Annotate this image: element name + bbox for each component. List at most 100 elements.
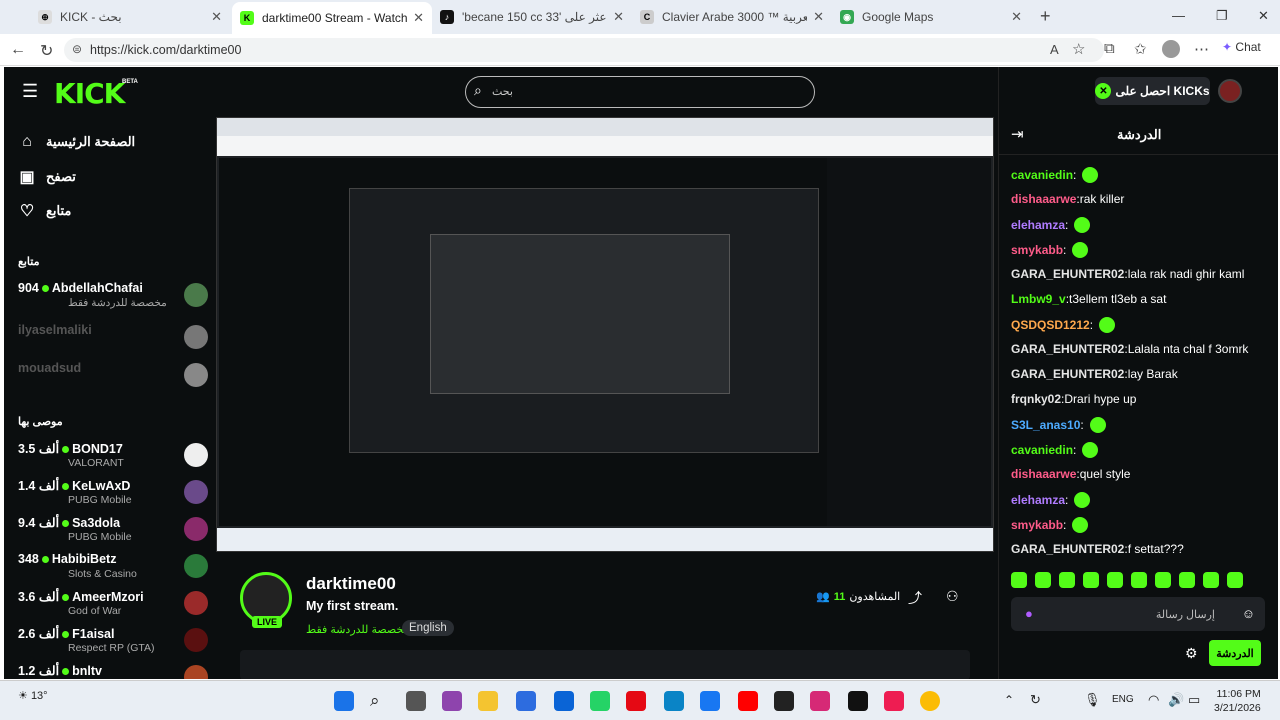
stream-category[interactable]: مخصصة للدردشة فقط xyxy=(306,623,409,636)
chat-username[interactable]: cavaniedin xyxy=(1011,168,1073,182)
emote-icon[interactable] xyxy=(1035,572,1051,588)
reload-icon[interactable]: ↻ xyxy=(40,41,53,61)
browser-tab-active[interactable]: K darktime00 Stream - Watch Live on ✕ xyxy=(232,2,432,34)
browser-tab[interactable]: ⊕ KICK - بحث ✕ xyxy=(30,4,230,30)
stream-video-player[interactable] xyxy=(216,117,994,552)
tiktok-studio-icon[interactable] xyxy=(884,691,904,711)
close-icon[interactable]: ✕ xyxy=(1011,9,1022,25)
copilot-chat-button[interactable]: ✦ Chat xyxy=(1222,40,1261,54)
chat-username[interactable]: GARA_EHUNTER02 xyxy=(1011,342,1124,356)
extensions-icon[interactable]: ⧉ xyxy=(1104,40,1115,57)
share-icon[interactable]: ⤴ xyxy=(908,588,922,608)
search-icon[interactable]: ⌕ xyxy=(370,691,390,711)
volume-icon[interactable]: 🔊 xyxy=(1168,692,1184,708)
task-view-icon[interactable] xyxy=(406,691,426,711)
channel-name[interactable]: darktime00 xyxy=(306,574,396,594)
favorite-star-icon[interactable]: ☆ xyxy=(1072,40,1085,58)
recommended-channel[interactable]: 1.4 ألف KeLwAxD PUBG Mobile xyxy=(18,476,208,510)
emote-icon[interactable] xyxy=(1011,572,1027,588)
browser-tab[interactable]: C Clavier Arabe 3000 ™ كتابة بالعربية ✕ xyxy=(632,4,832,30)
chat-username[interactable]: GARA_EHUNTER02 xyxy=(1011,367,1124,381)
hamburger-menu-icon[interactable]: ☰ xyxy=(22,81,38,102)
close-window-button[interactable]: ✕ xyxy=(1258,8,1269,24)
chat-username[interactable]: smykabb xyxy=(1011,243,1063,257)
system-clock[interactable]: 11:06 PM 3/21/2026 xyxy=(1214,687,1261,715)
following-channel[interactable]: ilyaselmaliki xyxy=(18,321,208,355)
collapse-chat-icon[interactable]: ⇥ xyxy=(1011,125,1024,143)
browser-tab[interactable]: ◉ Google Maps ✕ xyxy=(832,4,1030,30)
microphone-tray-icon[interactable]: 🎙 xyxy=(1084,692,1101,708)
facebook-icon[interactable] xyxy=(700,691,720,711)
profile-avatar[interactable] xyxy=(1162,40,1180,58)
following-channel[interactable]: 904 AbdellahChafai مخصصة للدردشة فقط xyxy=(18,279,208,313)
chat-username[interactable]: Lmbw9_v xyxy=(1011,292,1066,306)
maximize-button[interactable]: ❐ xyxy=(1216,8,1228,24)
send-chat-button[interactable]: الدردشة xyxy=(1209,640,1261,666)
close-icon[interactable]: ✕ xyxy=(413,10,424,26)
back-icon[interactable]: ← xyxy=(10,41,26,59)
nav-following[interactable]: ♡ متابع xyxy=(18,201,72,221)
openai-icon[interactable] xyxy=(774,691,794,711)
emote-icon[interactable] xyxy=(1203,572,1219,588)
chat-username[interactable]: dishaaarwe xyxy=(1011,467,1076,481)
whatsapp-icon[interactable] xyxy=(590,691,610,711)
netflix-icon[interactable] xyxy=(626,691,646,711)
emote-icon[interactable] xyxy=(1227,572,1243,588)
chrome-icon[interactable] xyxy=(920,691,940,711)
input-language[interactable]: ENG xyxy=(1112,694,1134,705)
chat-username[interactable]: GARA_EHUNTER02 xyxy=(1011,267,1124,281)
tray-overflow-icon[interactable]: ⌃ xyxy=(1004,693,1014,707)
wifi-icon[interactable]: ◠ xyxy=(1148,692,1159,708)
chat-username[interactable]: frqnky02 xyxy=(1011,392,1061,406)
chat-username[interactable]: QSDQSD1212 xyxy=(1011,318,1090,332)
sync-icon[interactable]: ↻ xyxy=(1030,692,1041,708)
emote-icon[interactable] xyxy=(1155,572,1171,588)
favorites-icon[interactable]: ✩ xyxy=(1134,40,1147,58)
chat-username[interactable]: GARA_EHUNTER02 xyxy=(1011,542,1124,556)
more-menu-icon[interactable]: ⋯ xyxy=(1194,40,1209,58)
recommended-channel[interactable]: 1.2 ألف bnltv xyxy=(18,661,208,679)
recommended-channel[interactable]: 3.6 ألف AmeerMzori God of War xyxy=(18,587,208,621)
chat-username[interactable]: elehamza xyxy=(1011,218,1065,232)
chat-username[interactable]: S3L_anas10 xyxy=(1011,418,1080,432)
minimize-button[interactable]: — xyxy=(1172,8,1185,23)
recommended-channel[interactable]: 3.5 ألف BOND17 VALORANT xyxy=(18,439,208,473)
new-tab-button[interactable]: + xyxy=(1040,6,1051,27)
nav-browse[interactable]: ▣ تصفح xyxy=(18,167,75,187)
site-info-icon[interactable]: ⊜ xyxy=(72,42,82,56)
recommended-channel[interactable]: 9.4 ألف Sa3dola PUBG Mobile xyxy=(18,513,208,547)
close-icon[interactable]: ✕ xyxy=(211,9,222,25)
mail-icon[interactable] xyxy=(554,691,574,711)
file-explorer-icon[interactable] xyxy=(478,691,498,711)
recommended-channel[interactable]: 348 HabibiBetz Slots & Casino xyxy=(18,550,208,584)
chat-username[interactable]: cavaniedin xyxy=(1011,443,1073,457)
chat-username[interactable]: dishaaarwe xyxy=(1011,192,1076,206)
emote-icon[interactable] xyxy=(1179,572,1195,588)
chat-input[interactable]: ● إرسال رسالة ☺ xyxy=(1011,597,1265,631)
emote-icon[interactable] xyxy=(1083,572,1099,588)
edge-icon[interactable] xyxy=(664,691,684,711)
tiktok-icon[interactable] xyxy=(848,691,868,711)
youtube-icon[interactable] xyxy=(738,691,758,711)
address-bar[interactable]: ⊜ https://kick.com/darktime00 A ☆ xyxy=(64,38,1104,62)
chat-username[interactable]: smykabb xyxy=(1011,518,1063,532)
chat-username[interactable]: elehamza xyxy=(1011,493,1065,507)
start-icon[interactable] xyxy=(334,691,354,711)
recommended-channel[interactable]: 2.6 ألف F1aisal Respect RP (GTA) xyxy=(18,624,208,658)
read-aloud-icon[interactable]: A xyxy=(1050,42,1059,57)
instagram-icon[interactable] xyxy=(810,691,830,711)
weather-widget[interactable]: ☀ 13° xyxy=(18,689,48,702)
emoji-icon[interactable]: ☺ xyxy=(1242,606,1255,621)
microphone-icon[interactable]: ● xyxy=(1025,606,1033,621)
follow-icon[interactable]: ⚇ xyxy=(946,588,959,605)
close-icon[interactable]: ✕ xyxy=(813,9,824,25)
browser-tab[interactable]: ♪ 'becane 150 cc 33' اعثر على ✕ xyxy=(432,4,632,30)
emote-icon[interactable] xyxy=(1107,572,1123,588)
gear-icon[interactable]: ⚙ xyxy=(1185,645,1198,662)
search-input[interactable]: ⌕ بحث xyxy=(465,76,815,108)
store-icon[interactable] xyxy=(516,691,536,711)
emote-icon[interactable] xyxy=(1131,572,1147,588)
close-icon[interactable]: ✕ xyxy=(613,9,624,25)
following-channel[interactable]: mouadsud xyxy=(18,359,208,393)
language-tag[interactable]: English xyxy=(402,620,454,636)
